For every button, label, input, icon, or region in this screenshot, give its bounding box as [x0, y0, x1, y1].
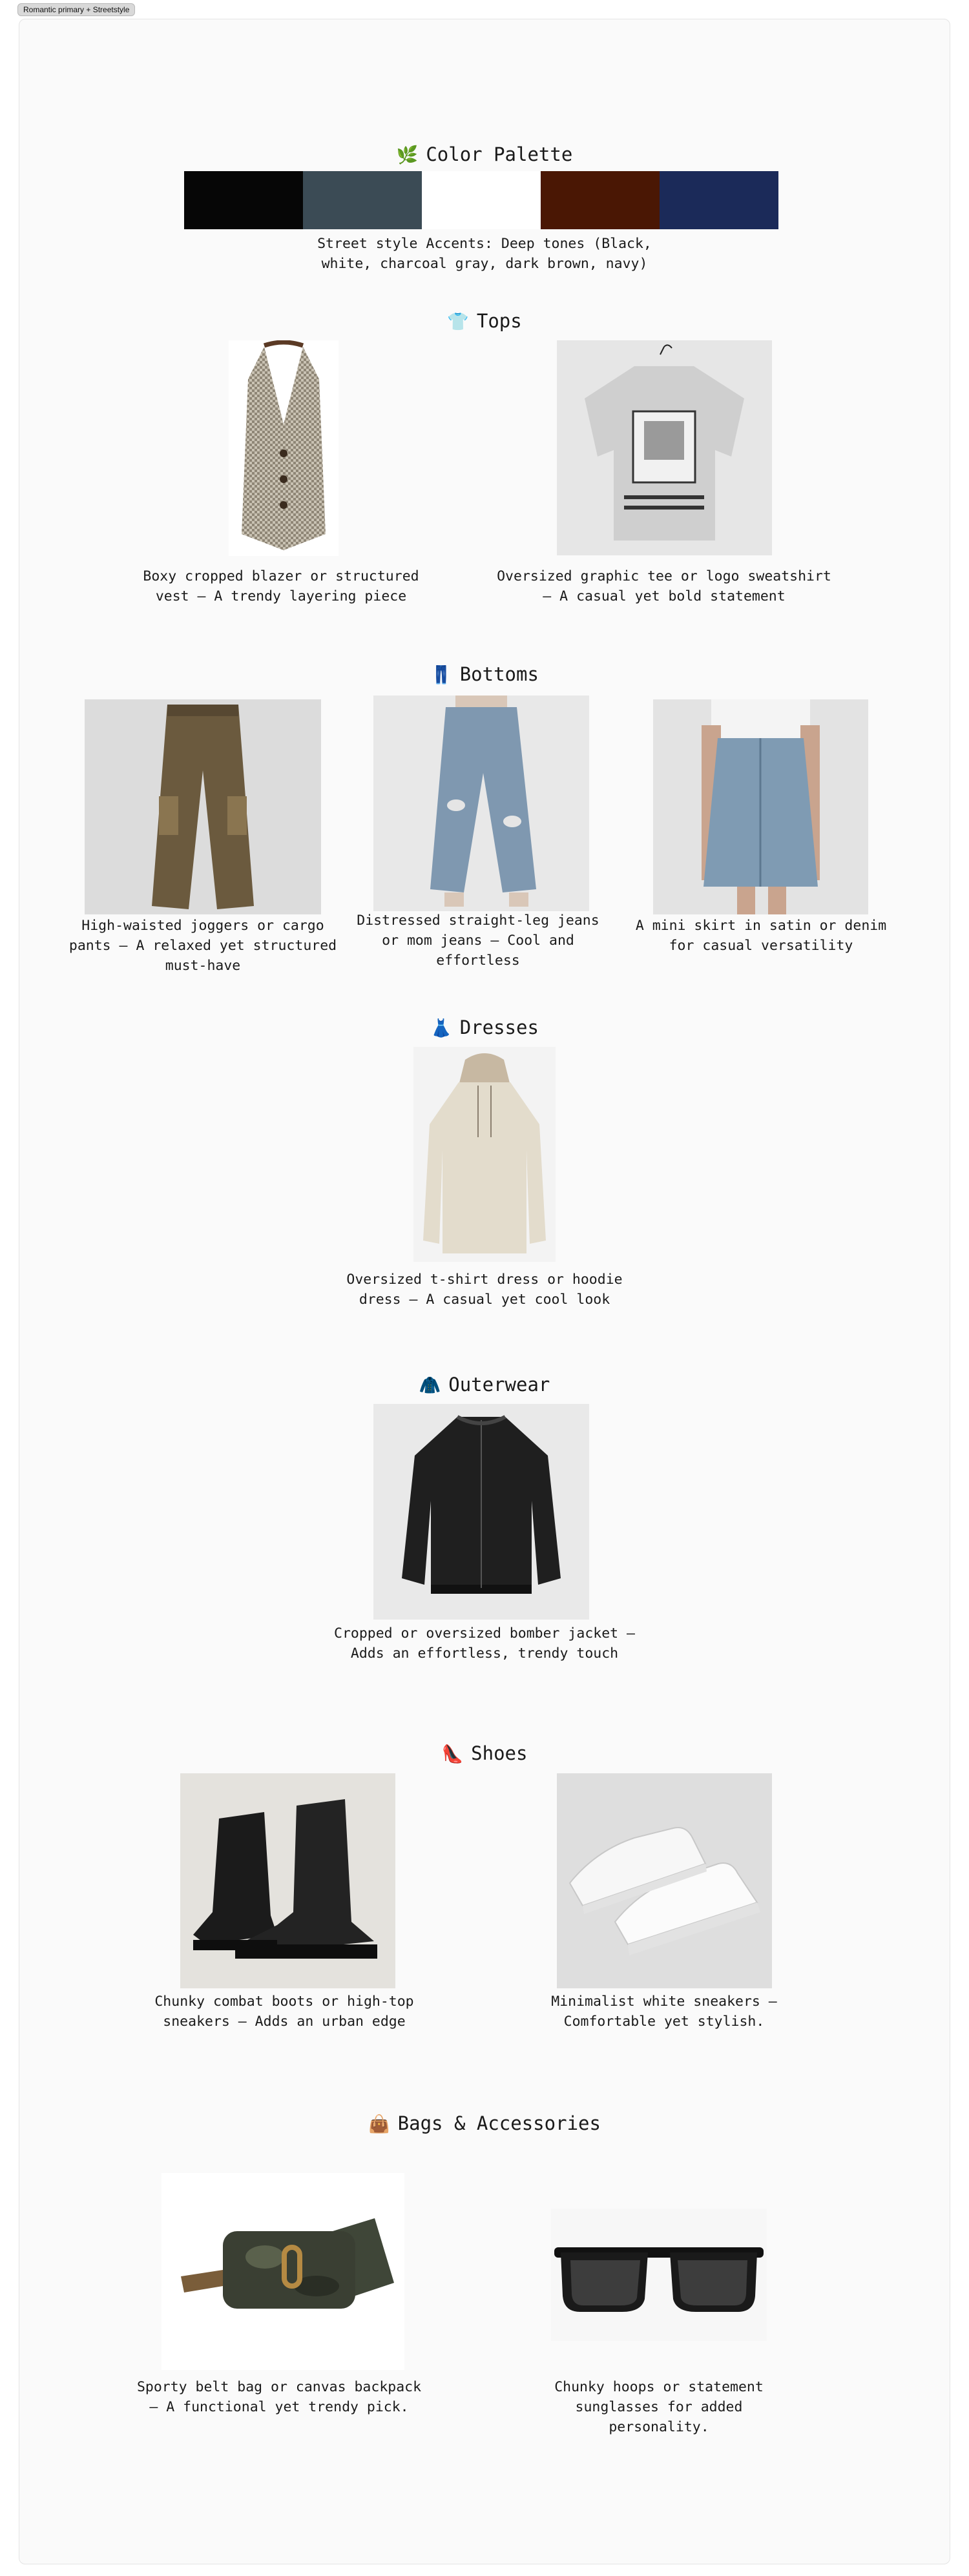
combat-boots-image	[180, 1773, 395, 1988]
tops-heading: 👕 Tops	[0, 309, 969, 334]
swatch-charcoal	[303, 171, 422, 229]
bags-caption-2: Chunky hoops or statement sunglasses for…	[554, 2379, 764, 2435]
bags-heading: 👜 Bags & Accessories	[0, 2112, 969, 2136]
shoes-caption-1: Chunky combat boots or high-top sneakers…	[154, 1994, 414, 2030]
outerwear-caption: Cropped or oversized bomber jacket – Add…	[334, 1625, 635, 1662]
swatch-black	[184, 171, 303, 229]
black-sunglasses-image	[551, 2209, 767, 2341]
houndstooth-vest-image	[229, 340, 339, 556]
distressed-jeans-image	[373, 696, 589, 911]
tops-caption-2: Oversized graphic tee or logo sweatshirt…	[497, 568, 831, 604]
palette-caption: Street style Accents: Deep tones (Black,…	[317, 236, 652, 272]
cargo-pants-image	[85, 699, 321, 914]
swatch-navy	[660, 171, 778, 229]
palette-heading: 🌿 Color Palette	[0, 143, 969, 167]
hoodie-dress-image	[413, 1047, 556, 1262]
jeans-icon: 👖	[430, 665, 452, 685]
shoes-heading: 👠 Shoes	[0, 1742, 969, 1766]
shoes-caption-2: Minimalist white sneakers – Comfortable …	[551, 1994, 777, 2030]
tops-caption-1: Boxy cropped blazer or structured vest –…	[143, 568, 419, 604]
bags-caption-1: Sporty belt bag or canvas backpack – A f…	[136, 2379, 422, 2415]
outerwear-heading: 🧥 Outerwear	[0, 1373, 969, 1397]
high-heel-icon: 👠	[441, 1744, 464, 1764]
dress-icon: 👗	[430, 1018, 452, 1038]
white-sneakers-image	[557, 1773, 772, 1988]
dresses-caption: Oversized t-shirt dress or hoodie dress …	[346, 1272, 623, 1308]
bottoms-heading: 👖 Bottoms	[0, 663, 969, 687]
herb-icon: 🌿	[396, 145, 419, 165]
bottoms-caption-1: High-waisted joggers or cargo pants – A …	[68, 918, 337, 974]
camo-belt-bag-image	[162, 2173, 404, 2370]
bottoms-caption-2: Distressed straight-leg jeans or mom jea…	[357, 912, 599, 969]
denim-skirt-image	[653, 699, 868, 914]
bottoms-caption-3: A mini skirt in satin or denim for casua…	[635, 918, 887, 954]
coat-icon: 🧥	[419, 1376, 441, 1396]
swatch-brown	[541, 171, 660, 229]
dresses-heading: 👗 Dresses	[0, 1016, 969, 1040]
swatch-white	[422, 171, 541, 229]
color-palette	[184, 171, 778, 229]
graphic-tee-image	[557, 340, 772, 555]
breadcrumb-tab[interactable]: Romantic primary + Streetstyle	[17, 3, 136, 16]
bomber-jacket-image	[373, 1404, 589, 1620]
tshirt-icon: 👕	[447, 312, 469, 332]
handbag-icon: 👜	[368, 2114, 390, 2134]
